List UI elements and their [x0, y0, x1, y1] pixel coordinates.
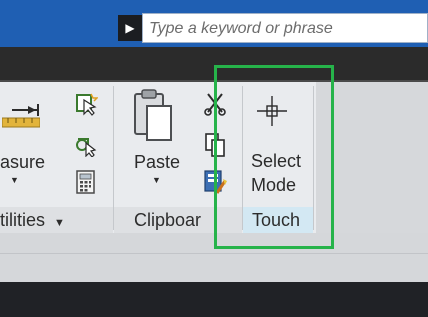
search-expand-button[interactable]: ▶ [118, 15, 142, 41]
measure-icon [1, 104, 41, 128]
select-similar-button[interactable] [72, 131, 100, 159]
measure-button[interactable] [1, 96, 41, 136]
utilities-panel-text: tilities [0, 210, 46, 230]
paste-dropdown-arrow[interactable]: ▼ [152, 175, 161, 185]
highlight-box [214, 65, 334, 249]
clipboard-panel-label: Clipboar [134, 210, 202, 230]
chevron-down-icon: ▼ [54, 217, 65, 229]
drawing-area[interactable] [0, 282, 428, 317]
triangle-right-icon: ▶ [125, 21, 135, 35]
quickcalc-button[interactable] [72, 168, 100, 196]
paste-button[interactable] [130, 88, 176, 144]
quick-select-button[interactable] [72, 90, 100, 118]
calculator-icon [76, 170, 95, 194]
measure-label: asure [0, 152, 46, 172]
paste-label: Paste [134, 152, 181, 172]
search-input[interactable] [149, 19, 419, 39]
quick-select-icon [76, 93, 98, 116]
utilities-panel-label[interactable]: tilities ▼ [0, 210, 65, 231]
paste-icon [134, 89, 172, 141]
search-box[interactable] [142, 13, 428, 43]
select-similar-icon [76, 138, 97, 157]
measure-dropdown-arrow[interactable]: ▼ [10, 175, 19, 185]
lower-divider [0, 253, 428, 254]
